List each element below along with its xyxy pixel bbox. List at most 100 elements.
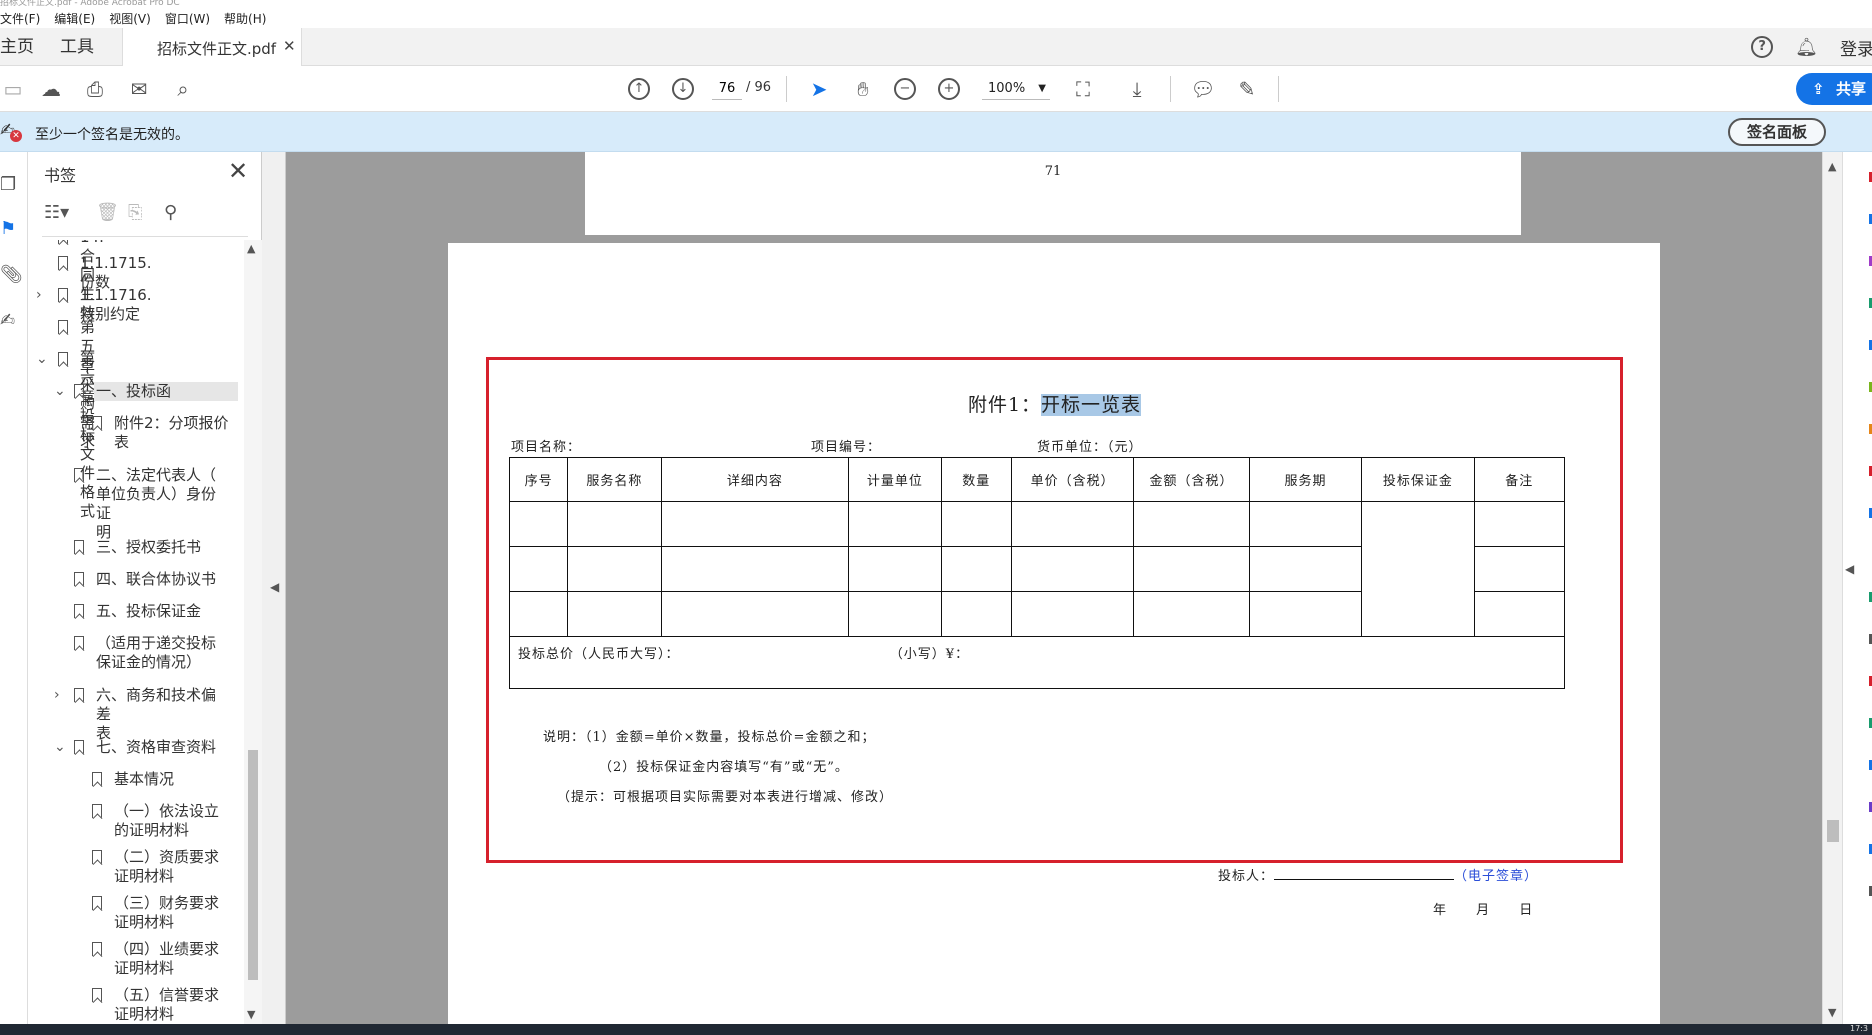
signature-line <box>1274 868 1455 880</box>
note-line-2: （2）投标保证金内容填写“有”或“无”。 <box>599 760 849 775</box>
table-header-cell: 序号 <box>508 457 569 502</box>
scrollbar-thumb[interactable] <box>1827 820 1839 842</box>
document-canvas[interactable]: 71 附件1：开标一览表 项目名称： 项目编号： 货币单位：（元） 序号 服务名… <box>286 152 1822 1024</box>
help-icon[interactable]: ? <box>1751 36 1774 58</box>
tab-document[interactable]: 招标文件正文.pdf ✕ <box>122 28 302 66</box>
toolbar-divider <box>1278 76 1279 102</box>
menu-help[interactable]: 帮助(H) <box>224 10 266 27</box>
chevron-down-icon[interactable]: ⌄ <box>54 382 66 401</box>
currency-label: 货币单位：（元） <box>1037 440 1143 455</box>
highlight-pen-icon[interactable]: ✎ <box>1234 76 1260 102</box>
total-cell: 投标总价（人民币大写）： （小写）¥： <box>509 636 1565 689</box>
table-header-cell: 计量单位 <box>848 457 942 502</box>
attachment-icon[interactable]: 📎︎ <box>0 264 28 285</box>
bookmark-icon <box>74 384 84 398</box>
select-cursor-icon[interactable]: ➤ <box>806 76 832 102</box>
selected-region[interactable]: 附件1：开标一览表 项目名称： 项目编号： 货币单位：（元） 序号 服务名称 详… <box>486 357 1623 863</box>
panel-collapse-strip[interactable]: ◀ <box>262 152 286 1024</box>
bookmark-icon <box>58 256 68 270</box>
menu-edit[interactable]: 编辑(E) <box>54 10 95 27</box>
chevron-down-icon[interactable]: ⌄ <box>54 738 66 757</box>
table-header-cell: 备注 <box>1473 457 1566 502</box>
collapse-left-icon[interactable]: ◀ <box>270 580 279 594</box>
title-highlighted-text[interactable]: 开标一览表 <box>1041 394 1142 416</box>
tab-document-label: 招标文件正文.pdf <box>157 40 277 58</box>
chevron-right-icon[interactable]: › <box>54 686 60 705</box>
tab-home[interactable]: 主页 <box>0 28 34 66</box>
bookmark-icon <box>74 604 84 618</box>
e-signature-label: （电子签章） <box>1454 869 1539 884</box>
scroll-mode-icon[interactable]: ⤓ <box>1124 76 1150 102</box>
expand-right-panel-icon[interactable]: ◀ <box>1845 562 1854 576</box>
new-bookmark-icon[interactable]: ⎘ <box>128 202 142 223</box>
zoom-select[interactable]: 100% ▼ <box>982 78 1050 100</box>
page-fit-icon[interactable]: ⛶ <box>1070 76 1096 102</box>
scrollbar-thumb[interactable] <box>248 750 258 980</box>
bookmark-icon <box>74 636 84 650</box>
upload-cloud-icon[interactable]: ☁ <box>38 76 64 102</box>
bid-summary-table: 序号 服务名称 详细内容 计量单位 数量 单价（含税） 金额（含税） 服务期 投… <box>508 457 1566 689</box>
tab-tools[interactable]: 工具 <box>60 28 94 66</box>
bookmark-icon <box>74 740 84 754</box>
signature-icon[interactable]: ✍︎ <box>0 310 28 331</box>
menu-view[interactable]: 视图(V) <box>109 10 151 27</box>
left-nav-rail: ❐ ⚑ 📎︎ ✍︎ <box>0 152 28 1024</box>
bookmark-scrollbar[interactable]: ▲ ▼ <box>244 240 262 1024</box>
email-icon[interactable]: ✉ <box>126 76 152 102</box>
menu-file[interactable]: 文件(F) <box>0 10 40 27</box>
signature-panel-button[interactable]: 签名面板 <box>1728 118 1826 146</box>
chevron-right-icon[interactable]: › <box>36 286 42 305</box>
toolbar: ▭ ☁ ⎙ ✉ ⌕ ↑ ↓ / 96 ➤ ✋︎ − + 100% ▼ ⛶ ⤓ 💬… <box>0 66 1872 112</box>
bidder-signature: 投标人： （电子签章） <box>1218 865 1538 884</box>
chevron-down-icon[interactable]: ▼ <box>1828 1006 1836 1019</box>
total-small-label: （小写）¥： <box>889 647 970 662</box>
bookmark-panel-icon[interactable]: ⚑ <box>0 218 28 239</box>
bookmark-icon <box>92 896 102 910</box>
bookmark-icon <box>58 320 68 334</box>
share-label: 共享 <box>1836 80 1867 98</box>
toolbar-divider <box>1170 76 1171 102</box>
bookmarks-toolbar: ☷▾ 🗑︎ ⎘ ⚲ <box>28 198 262 232</box>
menu-window[interactable]: 窗口(W) <box>165 10 210 27</box>
bell-icon[interactable]: 🔔︎ <box>1795 37 1818 58</box>
bookmark-icon <box>92 772 102 786</box>
bookmark-list: 14.合同生效 1.1.1715.份数 › 1.1.1716.特别约定 第五章 … <box>28 240 244 1024</box>
signature-warning-icon: ✍︎ ✕ <box>0 120 22 142</box>
page-number: 71 <box>1044 164 1062 179</box>
window-title: 招标文件正文.pdf - Adobe Acrobat Pro DC <box>0 0 180 8</box>
bid-bond-merged-cell <box>1361 501 1475 637</box>
table-header-row: 序号 服务名称 详细内容 计量单位 数量 单价（含税） 金额（含税） 服务期 投… <box>508 457 1566 502</box>
chevron-down-icon[interactable]: ⌄ <box>36 350 48 369</box>
find-bookmark-icon[interactable]: ⚲ <box>164 202 177 223</box>
chevron-down-icon[interactable]: ▼ <box>247 1008 255 1021</box>
save-icon[interactable]: ▭ <box>0 76 26 102</box>
next-page-icon[interactable]: ↓ <box>670 76 696 102</box>
comment-icon[interactable]: 💬︎ <box>1190 76 1216 102</box>
close-icon[interactable]: ✕ <box>228 157 248 185</box>
zoom-in-icon[interactable]: + <box>936 76 962 102</box>
table-header-cell: 服务期 <box>1248 457 1363 502</box>
print-icon[interactable]: ⎙ <box>82 76 108 102</box>
hand-tool-icon[interactable]: ✋︎ <box>850 76 876 102</box>
table-header-cell: 单价（含税） <box>1010 457 1135 502</box>
page-number-input[interactable] <box>712 78 742 100</box>
options-menu-icon[interactable]: ☷▾ <box>44 202 69 223</box>
page-thumbnails-icon[interactable]: ❐ <box>0 174 28 195</box>
document-scrollbar[interactable]: ▲ ▼ <box>1822 152 1842 1024</box>
login-link[interactable]: 登录 <box>1840 35 1872 60</box>
menu-bar: 招标文件正文.pdf - Adobe Acrobat Pro DC 文件(F) … <box>0 0 1872 28</box>
prev-page-icon[interactable]: ↑ <box>626 76 652 102</box>
delete-bookmark-icon[interactable]: 🗑︎ <box>96 202 119 223</box>
chevron-up-icon[interactable]: ▲ <box>247 242 255 255</box>
search-icon[interactable]: ⌕ <box>170 76 196 102</box>
note-line-1: 说明：（1）金额=单价×数量，投标总价=金额之和； <box>543 730 876 745</box>
bookmarks-panel: 书签 ✕ ☷▾ 🗑︎ ⎘ ⚲ 14.合同生效 1.1.1715.份数 › 1.1… <box>28 152 262 1024</box>
bookmark-icon <box>92 850 102 864</box>
table-header-cell: 数量 <box>940 457 1012 502</box>
chevron-up-icon[interactable]: ▲ <box>1828 160 1836 173</box>
taskbar-clock: 17:3 <box>1850 1024 1868 1033</box>
close-tab-icon[interactable]: ✕ <box>283 37 296 55</box>
signer-label: 投标人： <box>1218 869 1275 884</box>
share-button[interactable]: ⇪ 共享 <box>1796 73 1872 105</box>
zoom-out-icon[interactable]: − <box>892 76 918 102</box>
